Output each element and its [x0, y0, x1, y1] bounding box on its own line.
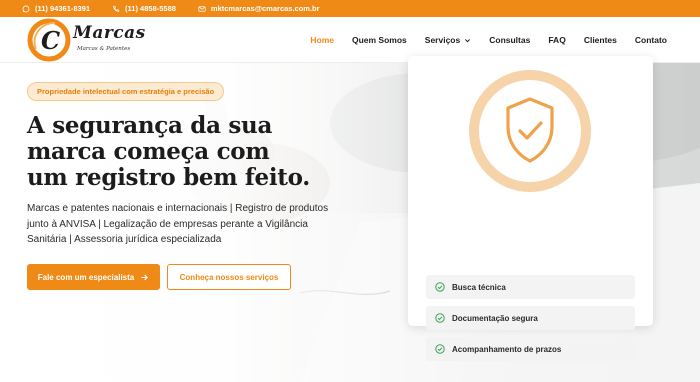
headline-line-2: marca começa com [27, 138, 270, 165]
hero-badge: Propriedade intelectual com estratégia e… [27, 82, 225, 101]
nav-consultas[interactable]: Consultas [489, 35, 530, 45]
nav-faq[interactable]: FAQ [548, 35, 565, 45]
highlights-card: Busca técnica Documentação segura Acompa… [408, 56, 653, 361]
phone-number: (11) 4858-5588 [125, 4, 176, 13]
nav-contato[interactable]: Contato [635, 35, 667, 45]
headline-line-3: um registro bem feito. [27, 164, 310, 191]
phone-icon [113, 5, 120, 12]
whatsapp-contact[interactable]: (11) 94361-8391 [22, 4, 90, 13]
nav-servicos-label: Serviços [424, 35, 461, 45]
mail-icon [198, 5, 206, 12]
nav-clientes[interactable]: Clientes [584, 35, 617, 45]
email-address: mktcmarcas@cmarcas.com.br [210, 4, 320, 13]
site-logo[interactable]: C Marcas Marcas & Patentes [27, 17, 152, 63]
nav-home[interactable]: Home [310, 35, 334, 45]
whatsapp-icon [22, 5, 30, 12]
nav-quem-somos[interactable]: Quem Somos [352, 35, 407, 45]
feature-label: Acompanhamento de prazos [452, 344, 562, 354]
whatsapp-number: (11) 94361-8391 [35, 4, 91, 13]
logo-mark-icon: C [27, 18, 71, 62]
desc-line-1: Marcas e patentes nacionais e internacio… [27, 203, 329, 214]
chevron-down-icon [465, 38, 471, 42]
phone-contact[interactable]: (11) 4858-5588 [112, 4, 176, 13]
feature-busca-tecnica: Busca técnica [426, 275, 635, 299]
talk-to-specialist-label: Fale com um especialista [37, 272, 135, 282]
desc-line-2: junto à ANVISA | Legalização de empresas… [27, 218, 308, 230]
logo-tagline: Marcas & Patentes [77, 46, 131, 52]
check-circle-icon [435, 344, 445, 354]
feature-label: Documentação segura [452, 313, 538, 323]
check-circle-icon [435, 313, 445, 323]
headline-line-1: A segurança da sua [27, 112, 273, 139]
desc-line-3: Sanitária | Assessoria jurídica especial… [27, 234, 222, 245]
arrow-right-icon [141, 274, 149, 280]
feature-acompanhamento: Acompanhamento de prazos [426, 337, 635, 361]
top-contact-bar: (11) 94361-8391 (11) 4858-5588 mktcmarca… [0, 0, 700, 17]
hero-description: Marcas e patentes nacionais e internacio… [27, 201, 357, 248]
check-circle-icon [435, 282, 445, 292]
logo-letter: C [41, 26, 60, 55]
nav-servicos[interactable]: Serviços [425, 35, 471, 45]
logo-wordmark: Marcas [73, 23, 146, 43]
shield-check-icon [469, 70, 591, 192]
feature-documentacao: Documentação segura [426, 306, 635, 330]
email-contact[interactable]: mktcmarcas@cmarcas.com.br [198, 4, 320, 13]
talk-to-specialist-button[interactable]: Fale com um especialista [27, 264, 160, 290]
hero-headline: A segurança da sua marca começa com um r… [27, 113, 357, 191]
feature-label: Busca técnica [452, 282, 506, 292]
view-services-button[interactable]: Conheça nossos serviços [167, 264, 291, 290]
